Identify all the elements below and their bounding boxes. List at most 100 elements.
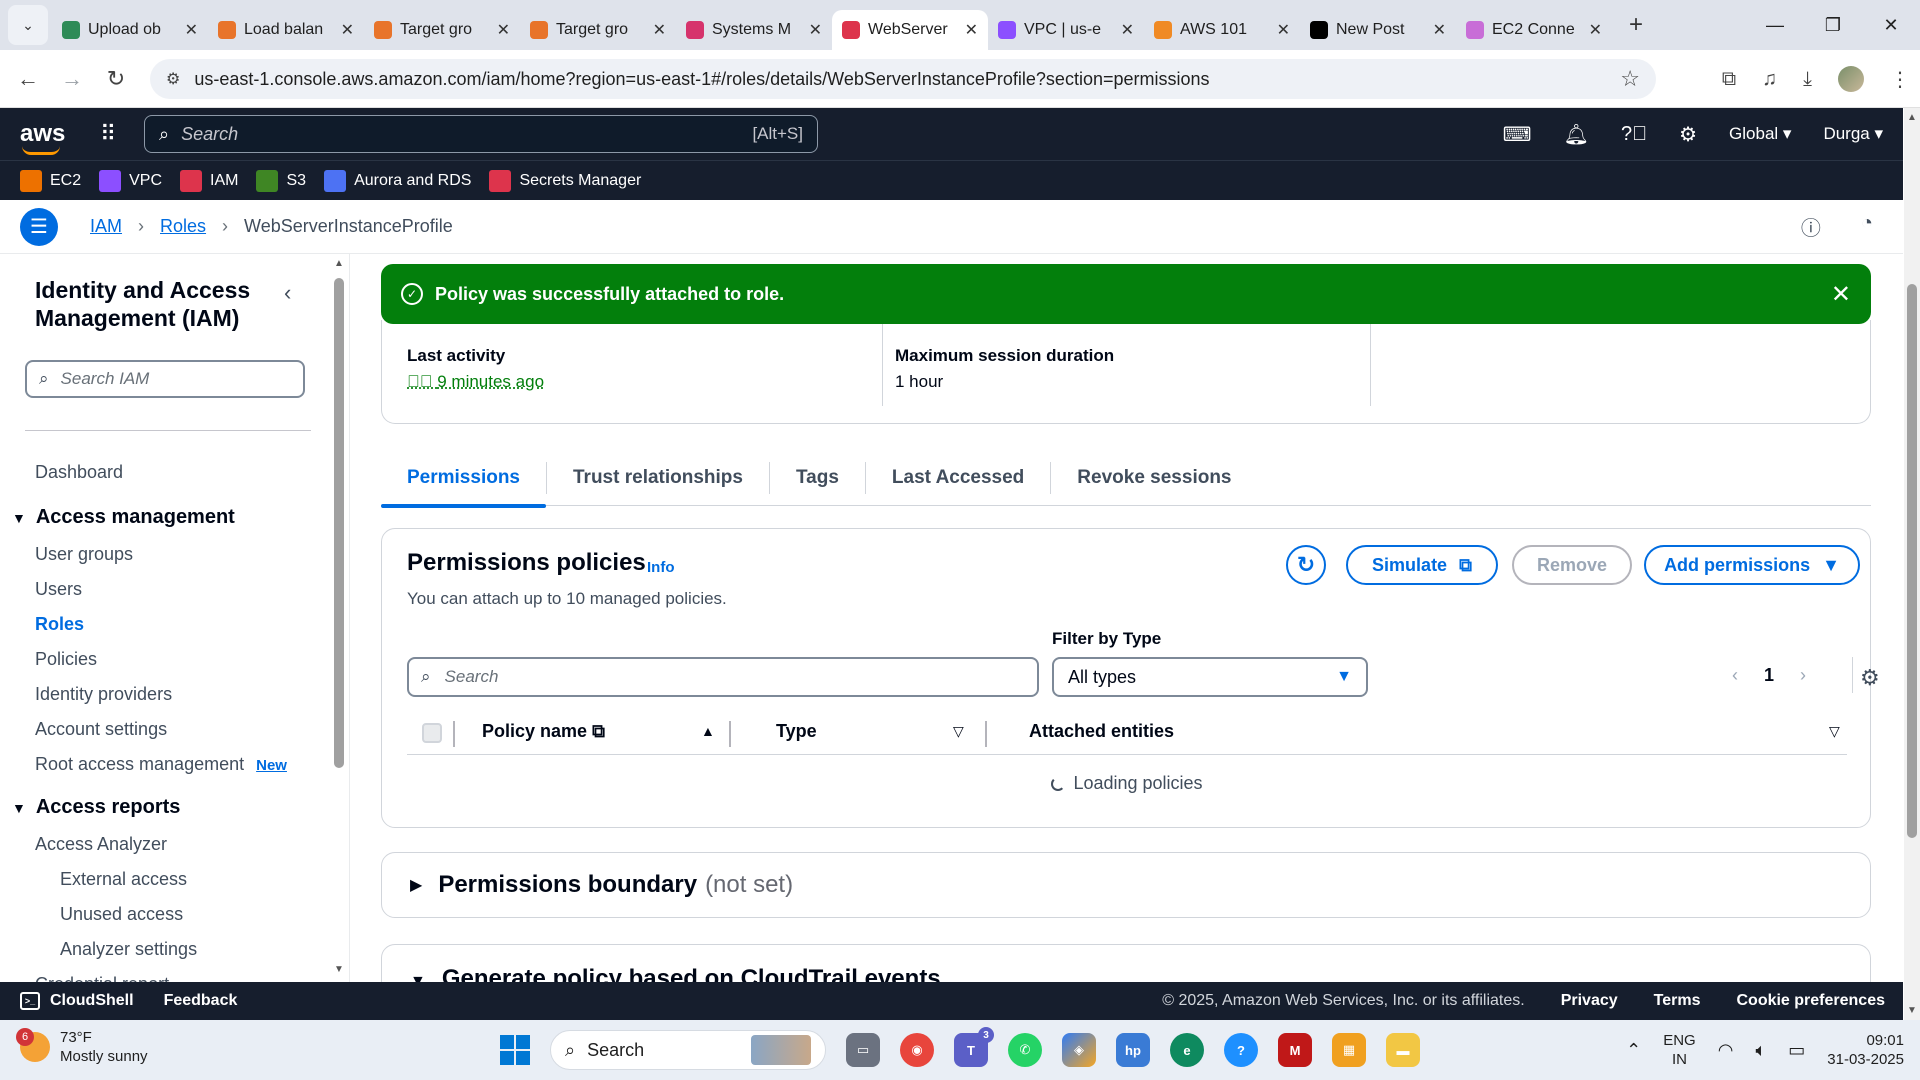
new-tab-button[interactable]: + bbox=[1618, 7, 1654, 43]
reload-icon[interactable]: ↻ bbox=[94, 66, 138, 92]
tab-permissions[interactable]: Permissions bbox=[381, 450, 546, 508]
forward-icon[interactable]: → bbox=[50, 66, 94, 92]
gear-icon[interactable]: ⚙ bbox=[1679, 122, 1697, 147]
favorite-service-ec2[interactable]: EC2 bbox=[20, 169, 81, 192]
file-explorer-icon[interactable]: ▬ bbox=[1386, 1033, 1420, 1067]
close-window-icon[interactable]: ✕ bbox=[1862, 15, 1920, 36]
browser-tab[interactable]: Load balan ✕ bbox=[208, 10, 364, 50]
last-activity-value[interactable]: ✓⃝ 9 minutes ago bbox=[407, 372, 544, 392]
taskbar-search[interactable]: ⌕ Search bbox=[550, 1030, 826, 1070]
permissions-boundary-section[interactable]: ▶ Permissions boundary (not set) bbox=[381, 852, 1871, 918]
cloudshell-button[interactable]: >_ CloudShell bbox=[20, 992, 134, 1010]
sidebar-item-analyzer-settings[interactable]: Analyzer settings bbox=[60, 939, 197, 960]
terms-link[interactable]: Terms bbox=[1654, 992, 1701, 1010]
task-view-icon[interactable]: ▭ bbox=[846, 1033, 880, 1067]
bookmark-star-icon[interactable]: ☆ bbox=[1620, 66, 1640, 92]
restore-icon[interactable]: ❐ bbox=[1804, 15, 1862, 36]
tab-search-button[interactable]: ⌄ bbox=[8, 5, 48, 45]
favorite-service-iam[interactable]: IAM bbox=[180, 169, 238, 192]
sidebar-item-credential-report[interactable]: Credential report bbox=[35, 974, 169, 982]
page-number[interactable]: 1 bbox=[1764, 665, 1774, 686]
remove-button[interactable]: Remove bbox=[1512, 545, 1632, 585]
select-all-checkbox[interactable] bbox=[422, 723, 442, 743]
scroll-up-icon[interactable]: ▲ bbox=[1907, 112, 1917, 123]
privacy-link[interactable]: Privacy bbox=[1561, 992, 1618, 1010]
browser-tab[interactable]: Systems M ✕ bbox=[676, 10, 832, 50]
scroll-down-icon[interactable]: ▼ bbox=[334, 964, 344, 975]
close-tab-icon[interactable]: ✕ bbox=[1277, 20, 1290, 40]
url-bar[interactable]: ⚙ us-east-1.console.aws.amazon.com/iam/h… bbox=[150, 59, 1656, 99]
browser-tab[interactable]: Target gro ✕ bbox=[520, 10, 676, 50]
sidebar-item-dashboard[interactable]: Dashboard bbox=[35, 462, 123, 483]
help-app-icon[interactable]: ? bbox=[1224, 1033, 1258, 1067]
media-control-icon[interactable]: ♫ bbox=[1762, 68, 1777, 91]
whatsapp-icon[interactable]: ✆ bbox=[1008, 1033, 1042, 1067]
tab-tags[interactable]: Tags bbox=[770, 450, 865, 506]
region-selector[interactable]: Global ▾ bbox=[1729, 124, 1791, 144]
browser-tab[interactable]: WebServer ✕ bbox=[832, 10, 988, 50]
volume-icon[interactable]: 🔈︎ bbox=[1755, 1040, 1766, 1061]
tab-trust-relationships[interactable]: Trust relationships bbox=[547, 450, 769, 506]
close-tab-icon[interactable]: ✕ bbox=[809, 20, 822, 40]
close-tab-icon[interactable]: ✕ bbox=[497, 20, 510, 40]
sort-icon[interactable]: ▽ bbox=[953, 723, 964, 740]
favorite-service-aurora-and-rds[interactable]: Aurora and RDS bbox=[324, 169, 471, 192]
add-permissions-button[interactable]: Add permissions ▼ bbox=[1644, 545, 1860, 585]
chevron-left-icon[interactable]: ‹ bbox=[1732, 665, 1738, 686]
store-icon[interactable]: ▦ bbox=[1332, 1033, 1366, 1067]
gear-icon[interactable]: ⚙ bbox=[1860, 665, 1880, 691]
simulate-button[interactable]: Simulate ⧉ bbox=[1346, 545, 1498, 585]
back-icon[interactable]: ← bbox=[6, 66, 50, 92]
close-tab-icon[interactable]: ✕ bbox=[185, 20, 198, 40]
refresh-button[interactable]: ↻ bbox=[1286, 545, 1326, 585]
scroll-up-icon[interactable]: ▲ bbox=[334, 258, 344, 269]
close-tab-icon[interactable]: ✕ bbox=[1121, 20, 1134, 40]
info-icon[interactable]: ⓘ bbox=[1801, 212, 1821, 241]
site-info-icon[interactable]: ⚙ bbox=[166, 69, 180, 89]
collapse-sidebar-icon[interactable]: ‹ bbox=[284, 280, 291, 306]
services-grid-icon[interactable]: ⠿ bbox=[100, 121, 130, 147]
browser-menu-icon[interactable]: ⋮ bbox=[1890, 67, 1910, 92]
sort-icon[interactable]: ▽ bbox=[1829, 723, 1840, 740]
close-tab-icon[interactable]: ✕ bbox=[341, 20, 354, 40]
browser-tab[interactable]: Target gro ✕ bbox=[364, 10, 520, 50]
sidebar-item-identity-providers[interactable]: Identity providers bbox=[35, 684, 172, 705]
help-icon[interactable]: ?⃝ bbox=[1621, 123, 1647, 146]
tab-last-accessed[interactable]: Last Accessed bbox=[866, 450, 1050, 506]
breadcrumb-roles[interactable]: Roles bbox=[160, 216, 206, 237]
sidebar-item-policies[interactable]: Policies bbox=[35, 649, 97, 670]
browser-tab[interactable]: Upload ob ✕ bbox=[52, 10, 208, 50]
edge-icon[interactable]: e bbox=[1170, 1033, 1204, 1067]
sidebar-item-user-groups[interactable]: User groups bbox=[35, 544, 133, 565]
info-link[interactable]: Info bbox=[647, 559, 675, 576]
sidebar-scroll-thumb[interactable] bbox=[334, 278, 344, 768]
favorite-service-secrets-manager[interactable]: Secrets Manager bbox=[489, 169, 641, 192]
sidebar-section-access-reports[interactable]: ▼ Access reports bbox=[12, 796, 180, 819]
bell-icon[interactable]: 🔔︎ bbox=[1564, 122, 1589, 147]
browser-tab[interactable]: EC2 Conne ✕ bbox=[1456, 10, 1612, 50]
mcafee-icon[interactable]: M bbox=[1278, 1033, 1312, 1067]
cookie-preferences-link[interactable]: Cookie preferences bbox=[1736, 992, 1885, 1010]
menu-icon[interactable]: ☰ bbox=[20, 207, 58, 246]
aws-logo[interactable]: aws bbox=[20, 120, 80, 155]
sidebar-item-root-access[interactable]: Root access management New bbox=[35, 754, 287, 775]
teams-icon[interactable]: T3 bbox=[954, 1027, 994, 1067]
browser-tab[interactable]: New Post ✕ bbox=[1300, 10, 1456, 50]
page-scrollbar[interactable]: ▲ ▼ bbox=[1904, 108, 1920, 1020]
feedback-icon[interactable]: ◔ bbox=[1861, 212, 1873, 241]
copilot-icon[interactable]: ◈ bbox=[1062, 1033, 1096, 1067]
clock[interactable]: 09:01 31-03-2025 bbox=[1827, 1031, 1904, 1069]
favorite-service-vpc[interactable]: VPC bbox=[99, 169, 162, 192]
download-icon[interactable]: ⤓ bbox=[1803, 68, 1812, 91]
col-policy-name[interactable]: Policy name ⧉ bbox=[482, 721, 605, 742]
close-icon[interactable]: ✕ bbox=[1831, 280, 1851, 309]
chevron-up-icon[interactable]: ⌃ bbox=[1626, 1040, 1641, 1061]
sidebar-section-access-management[interactable]: ▼ Access management bbox=[12, 506, 235, 529]
col-type[interactable]: Type bbox=[776, 721, 817, 742]
close-tab-icon[interactable]: ✕ bbox=[1433, 20, 1446, 40]
extensions-icon[interactable]: ⧉ bbox=[1722, 68, 1736, 91]
windows-start-icon[interactable] bbox=[500, 1035, 530, 1065]
chrome-icon[interactable]: ◉ bbox=[900, 1033, 934, 1067]
myhp-icon[interactable]: hp bbox=[1116, 1033, 1150, 1067]
chevron-right-icon[interactable]: › bbox=[1800, 665, 1806, 686]
